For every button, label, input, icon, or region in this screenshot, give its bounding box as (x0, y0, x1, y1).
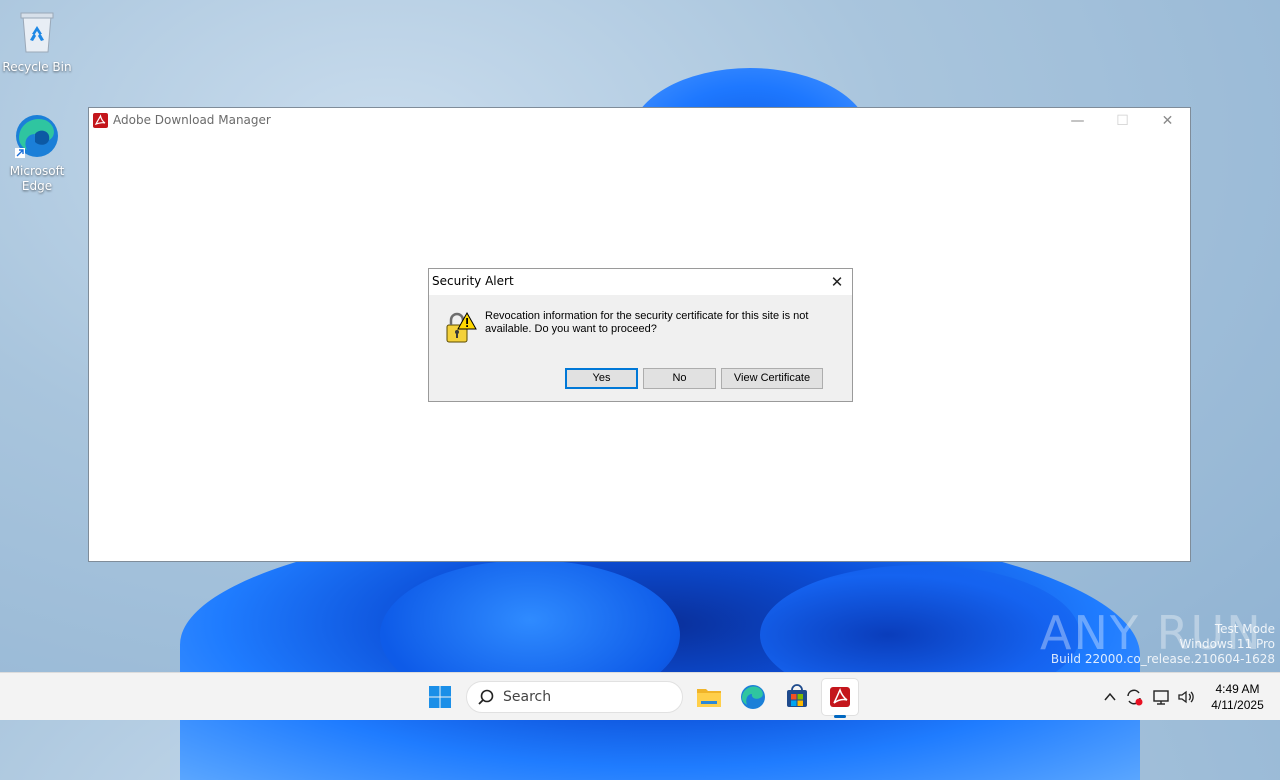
search-icon (478, 689, 494, 705)
chevron-up-icon (1104, 692, 1116, 701)
start-button[interactable] (422, 679, 458, 715)
volume-icon (1178, 690, 1194, 704)
watermark-line: Test Mode (1214, 622, 1275, 636)
dialog-titlebar[interactable]: Security Alert ✕ (429, 269, 852, 295)
file-explorer-icon (697, 689, 721, 707)
tray-network[interactable] (1151, 687, 1171, 707)
network-icon (1153, 690, 1169, 705)
maximize-button[interactable]: ☐ (1100, 108, 1145, 134)
dialog-title: Security Alert (432, 274, 514, 288)
taskbar-clock[interactable]: 4:49 AM 4/11/2025 (1200, 681, 1275, 713)
clock-date: 4/11/2025 (1211, 698, 1264, 712)
warning-lock-icon (443, 311, 477, 345)
view-certificate-button[interactable]: View Certificate (721, 368, 823, 389)
adobe-acrobat-icon (93, 113, 108, 128)
minimize-button[interactable]: — (1055, 108, 1100, 134)
taskbar-search-box[interactable]: Search (466, 681, 683, 713)
adobe-acrobat-icon (830, 687, 850, 707)
show-hidden-icons-button[interactable] (1100, 687, 1120, 707)
recycle-bin-icon (13, 8, 61, 56)
watermark-line: Build 22000.co_release.210604-1628 (1050, 652, 1275, 666)
watermark-line: Windows 11 Pro (1179, 637, 1275, 651)
active-app-indicator (834, 715, 846, 718)
edge-icon (741, 685, 765, 709)
security-alert-dialog[interactable]: Security Alert ✕ Revocation information … (428, 268, 853, 402)
yes-button[interactable]: Yes (565, 368, 638, 389)
taskbar: Search 4:49 AM 4/11/2025 (0, 672, 1280, 720)
tray-sync[interactable] (1124, 687, 1144, 707)
taskbar-file-explorer[interactable] (691, 679, 727, 715)
desktop-icon-edge[interactable]: Microsoft Edge (1, 112, 73, 194)
start-icon (429, 686, 451, 708)
windows-build-watermark: Test Mode Windows 11 Pro Build 22000.co_… (1051, 622, 1275, 667)
desktop-icon-recycle-bin[interactable]: Recycle Bin (1, 8, 73, 75)
dialog-message: Revocation information for the security … (485, 310, 809, 335)
close-button[interactable]: ✕ (1145, 108, 1190, 134)
taskbar-adobe-acrobat[interactable] (822, 679, 858, 718)
search-label: Search (503, 689, 552, 705)
tray-volume[interactable] (1176, 687, 1196, 707)
desktop-icon-label: Recycle Bin (2, 60, 72, 74)
taskbar-store[interactable] (779, 679, 815, 715)
store-icon (787, 684, 807, 707)
taskbar-edge[interactable] (735, 679, 771, 715)
window-titlebar[interactable]: Adobe Download Manager — ☐ ✕ (89, 108, 1190, 134)
sync-icon (1127, 689, 1143, 706)
window-title: Adobe Download Manager (113, 113, 271, 127)
dialog-close-button[interactable]: ✕ (827, 272, 847, 292)
clock-time: 4:49 AM (1215, 682, 1260, 696)
desktop-icon-label: Microsoft Edge (9, 164, 65, 193)
edge-icon (13, 112, 61, 160)
no-button[interactable]: No (643, 368, 716, 389)
